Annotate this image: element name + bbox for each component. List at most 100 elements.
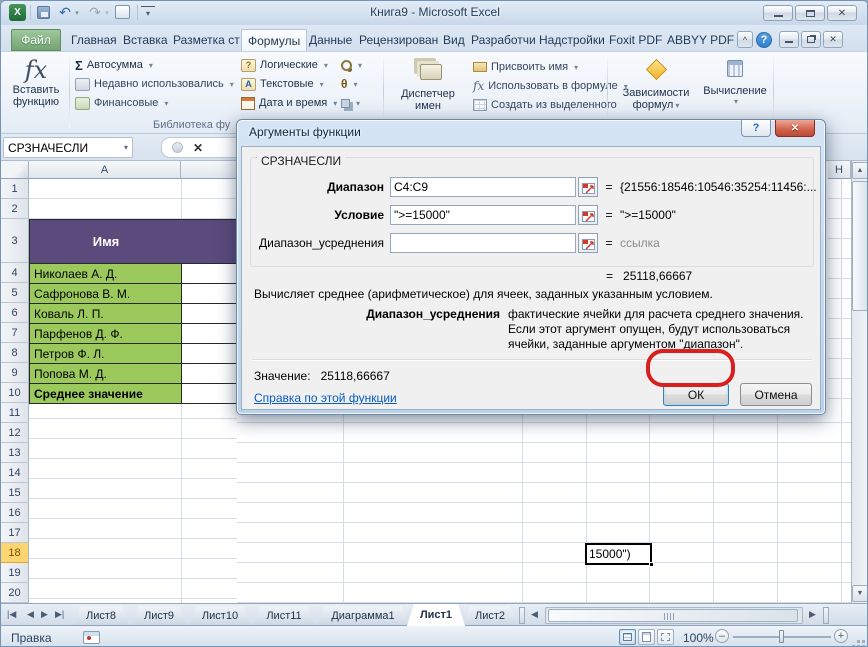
row-header[interactable]: 5 [1,283,29,303]
cell-b[interactable] [181,343,238,364]
cancel-button[interactable]: Отмена [740,383,812,406]
row-header[interactable]: 6 [1,303,29,323]
range-input[interactable] [390,177,576,197]
row-header[interactable]: 8 [1,343,29,363]
view-page-break-button[interactable] [657,629,674,645]
active-cell-edit[interactable]: 15000") [585,543,652,565]
row-header-active[interactable]: 18 [1,543,29,563]
column-header-a[interactable]: A [29,161,181,179]
tab-insert[interactable]: Вставка [117,29,174,51]
view-normal-button[interactable] [619,629,636,645]
tab-home[interactable]: Главная [65,29,123,51]
hscroll-left-button[interactable]: ◀ [531,609,538,620]
cell-b[interactable] [181,323,238,344]
row-header[interactable]: 11 [1,403,29,423]
sheet-tab[interactable]: Лист10 [189,606,251,626]
row-header[interactable]: 16 [1,503,29,523]
define-name-button[interactable]: Присвоить имя▾ [473,58,578,76]
redo-dropdown[interactable]: ▾ [103,9,111,17]
row-header[interactable]: 15 [1,483,29,503]
name-manager-button[interactable]: Диспетчер имен [391,58,465,112]
tab-formulas[interactable]: Формулы [241,29,307,51]
tab-review[interactable]: Рецензирован [353,29,444,51]
horizontal-scroll-thumb[interactable] [548,609,798,622]
tab-file[interactable]: Файл [11,29,61,51]
maximize-button[interactable] [795,5,825,21]
workbook-close-button[interactable]: ✕ [823,31,843,48]
insert-function-button[interactable]: fx Вставить функцию [7,56,65,108]
average-range-input[interactable] [390,233,576,253]
column-header-h[interactable]: H [828,161,851,179]
minimize-button[interactable] [763,5,793,21]
criteria-input[interactable] [390,205,576,225]
scroll-down-button[interactable]: ▼ [852,585,868,602]
row-header[interactable]: 4 [1,263,29,283]
row-header[interactable]: 9 [1,363,29,383]
table-header-cell[interactable]: Имя [29,219,238,264]
cell-b[interactable] [181,363,238,384]
column-header-b-partial[interactable] [181,161,237,179]
tab-developer[interactable]: Разработчи [465,29,542,51]
more-functions-button[interactable]: ▾ [341,94,360,112]
cell-name[interactable]: Николаев А. Д. [29,263,182,284]
qat-customize-dropdown[interactable]: ▾ [141,6,155,19]
quick-print-icon[interactable] [115,5,130,19]
horizontal-scroll-track[interactable] [545,607,803,624]
row-header[interactable]: 7 [1,323,29,343]
row-header[interactable]: 13 [1,443,29,463]
cell-b[interactable] [181,303,238,324]
zoom-level[interactable]: 100% [683,631,714,645]
zoom-in-button[interactable]: + [834,629,848,643]
autosum-button[interactable]: Σ Автосумма▾ [75,56,153,74]
range-picker-button[interactable] [578,205,598,225]
first-sheet-button[interactable]: |◀ [7,609,16,620]
row-header[interactable]: 20 [1,583,29,603]
redo-button[interactable]: ↷ [87,4,103,21]
dialog-close-button[interactable]: ✕ [775,120,815,137]
row-header[interactable]: 10 [1,383,29,403]
cell-name[interactable]: Попова М. Д. [29,363,182,384]
range-picker-button[interactable] [578,233,598,253]
zoom-slider-thumb[interactable] [779,630,784,643]
logical-button[interactable]: ? Логические▾ [241,56,328,74]
date-time-button[interactable]: Дата и время▾ [241,94,337,112]
cell-b[interactable] [181,263,238,284]
row-header[interactable]: 14 [1,463,29,483]
calculation-button[interactable]: Вычисление ▾ [701,56,769,106]
row-header[interactable]: 1 [1,179,29,199]
row-header[interactable]: 2 [1,199,29,219]
workbook-restore-button[interactable] [801,31,821,48]
name-box[interactable]: СРЗНАЧЕСЛИ ▾ [3,137,133,158]
close-button[interactable]: ✕ [827,5,857,21]
workbook-minimize-button[interactable] [779,31,799,48]
cell-b[interactable] [181,383,238,404]
dialog-help-button[interactable]: ? [741,120,771,137]
name-box-dropdown-icon[interactable]: ▾ [124,143,128,152]
row-header[interactable]: 3 [1,219,29,263]
prev-sheet-button[interactable]: ◀ [27,609,34,620]
view-page-layout-button[interactable] [638,629,655,645]
row-header[interactable]: 12 [1,423,29,443]
cell-name[interactable]: Сафронова В. М. [29,283,182,304]
zoom-out-button[interactable]: – [715,629,729,643]
lookup-reference-button[interactable]: ▾ [341,56,362,74]
collapse-ribbon-button[interactable]: ^ [737,31,753,48]
cell-footer[interactable]: Среднее значение [29,383,182,404]
text-functions-button[interactable]: A Текстовые▾ [241,75,324,93]
sheet-tab[interactable]: Лист8 [73,606,129,626]
financial-button[interactable]: Финансовые▾ [75,94,168,112]
recent-functions-button[interactable]: Недавно использовались▾ [75,75,234,93]
sheet-tab-active[interactable]: Лист1 [407,604,465,626]
tab-addins[interactable]: Надстройки [533,29,611,51]
use-in-formula-button[interactable]: fx Использовать в формуле▾ [473,77,628,95]
undo-dropdown[interactable]: ▾ [73,9,81,17]
help-button[interactable]: ? [756,32,772,48]
function-help-link[interactable]: Справка по этой функции [254,391,397,405]
formula-auditing-button[interactable]: Зависимости формул▾ [613,56,699,111]
math-trig-button[interactable]: θ ▾ [341,75,358,93]
next-sheet-button[interactable]: ▶ [41,609,48,620]
undo-button[interactable]: ↶ [57,4,73,21]
tab-split-handle[interactable] [519,607,525,624]
cancel-formula-button[interactable]: ✕ [193,141,203,155]
sheet-tab[interactable]: Лист9 [131,606,187,626]
